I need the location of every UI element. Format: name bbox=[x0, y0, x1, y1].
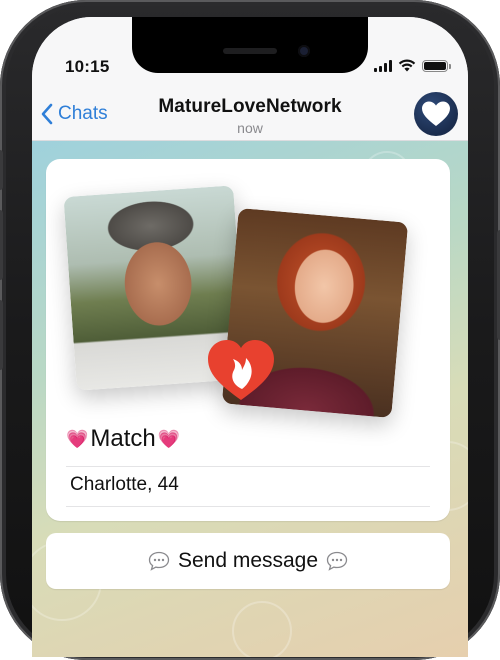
heart-icon bbox=[422, 101, 450, 126]
chat-title-block[interactable]: MatureLoveNetwork now bbox=[32, 96, 468, 136]
divider bbox=[66, 466, 430, 467]
send-message-label: Send message bbox=[177, 549, 319, 572]
status-icons bbox=[374, 59, 451, 72]
earpiece bbox=[223, 48, 277, 54]
chat-background: 💗 Match 💗 Charlotte, 44 Send message bbox=[32, 141, 468, 657]
battery-icon bbox=[422, 59, 451, 72]
status-bar: 10:15 bbox=[32, 17, 468, 87]
match-label: 💗 Match 💗 bbox=[66, 425, 180, 453]
status-time: 10:15 bbox=[65, 57, 110, 76]
chat-avatar[interactable] bbox=[414, 92, 458, 136]
growing-heart-icon: 💗 bbox=[157, 429, 181, 449]
match-text: Match bbox=[90, 425, 156, 452]
speech-bubble-icon bbox=[326, 551, 348, 571]
speech-bubble-icon bbox=[148, 551, 170, 571]
match-card[interactable]: 💗 Match 💗 Charlotte, 44 bbox=[46, 159, 450, 521]
mute-switch bbox=[0, 150, 3, 190]
chat-title: MatureLoveNetwork bbox=[158, 96, 342, 117]
divider bbox=[66, 506, 430, 507]
front-camera bbox=[298, 45, 310, 57]
match-photos bbox=[46, 159, 450, 419]
cellular-signal-icon bbox=[374, 59, 392, 72]
volume-up-button bbox=[0, 210, 3, 280]
notch bbox=[132, 17, 368, 73]
phone-frame: 10:15 Chats MatureLoveNetwork now 💗 Matc… bbox=[0, 0, 500, 660]
chat-header: Chats MatureLoveNetwork now bbox=[32, 87, 468, 141]
heart-flame-icon bbox=[208, 340, 274, 400]
chat-last-seen: now bbox=[237, 120, 263, 136]
phone-screen: 10:15 Chats MatureLoveNetwork now 💗 Matc… bbox=[32, 17, 468, 657]
send-message-button[interactable]: Send message bbox=[46, 533, 450, 589]
wifi-icon bbox=[398, 59, 416, 72]
volume-down-button bbox=[0, 300, 3, 370]
match-profile: Charlotte, 44 bbox=[70, 474, 179, 495]
growing-heart-icon: 💗 bbox=[66, 429, 89, 449]
